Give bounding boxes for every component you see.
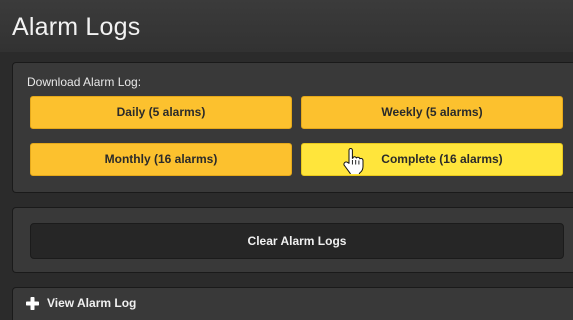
download-complete-label: Complete (16 alarms) — [381, 152, 503, 166]
download-monthly-label: Monthly (16 alarms) — [104, 152, 218, 166]
title-bar: Alarm Logs — [0, 0, 573, 52]
download-monthly-button[interactable]: Monthly (16 alarms) — [30, 143, 292, 176]
download-complete-button[interactable]: Complete (16 alarms) — [301, 143, 563, 176]
download-daily-label: Daily (5 alarms) — [116, 105, 206, 119]
download-weekly-button[interactable]: Weekly (5 alarms) — [301, 96, 563, 129]
download-daily-button[interactable]: Daily (5 alarms) — [30, 96, 292, 129]
download-label: Download Alarm Log: — [27, 75, 142, 89]
download-weekly-label: Weekly (5 alarms) — [381, 105, 483, 119]
view-alarm-log-label: View Alarm Log — [47, 296, 137, 310]
clear-alarm-logs-label: Clear Alarm Logs — [247, 234, 347, 248]
alarm-logs-page: Alarm Logs Download Alarm Log: Daily (5 … — [0, 0, 573, 320]
clear-alarm-logs-button[interactable]: Clear Alarm Logs — [30, 223, 564, 259]
download-alarm-log-panel: Download Alarm Log: Daily (5 alarms) Wee… — [12, 62, 573, 193]
page-title: Alarm Logs — [12, 13, 141, 41]
view-alarm-log-panel: View Alarm Log — [12, 287, 573, 320]
plus-icon — [26, 296, 39, 310]
clear-alarm-logs-panel: Clear Alarm Logs — [12, 207, 573, 273]
view-alarm-log-toggle[interactable]: View Alarm Log — [26, 296, 136, 310]
